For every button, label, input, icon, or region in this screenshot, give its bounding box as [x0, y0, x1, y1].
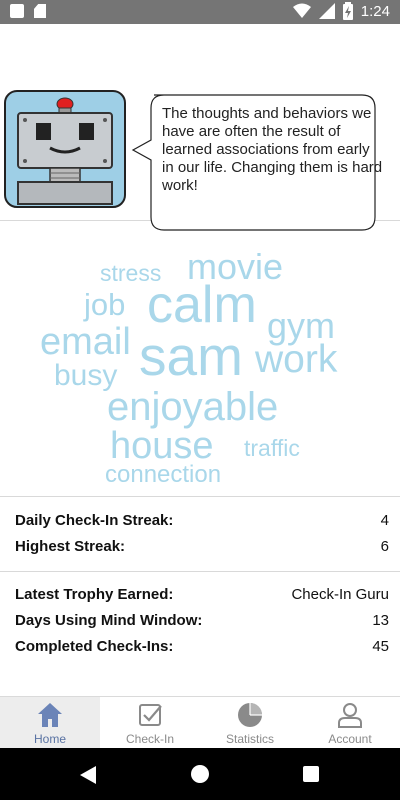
- highest-streak-row: Highest Streak: 6: [15, 538, 389, 558]
- latest-trophy-label: Latest Trophy Earned:: [15, 586, 174, 603]
- completed-checkins-label: Completed Check-Ins:: [15, 638, 174, 655]
- pie-chart-icon: [238, 703, 262, 727]
- nav-check-in-label: Check-In: [125, 732, 175, 746]
- latest-trophy-row: Latest Trophy Earned: Check-In Guru: [15, 586, 389, 606]
- word-cloud-word: work: [255, 338, 338, 381]
- days-using-value: 13: [372, 612, 389, 629]
- daily-streak-row: Daily Check-In Streak: 4: [15, 512, 389, 532]
- wifi-icon: [292, 3, 311, 18]
- word-cloud-word: house: [110, 425, 214, 467]
- nav-home[interactable]: Home: [0, 697, 100, 749]
- recents-icon[interactable]: [303, 766, 319, 782]
- status-bar: 1:24: [0, 0, 400, 24]
- back-icon[interactable]: [80, 766, 96, 784]
- days-using-label: Days Using Mind Window:: [15, 612, 203, 629]
- home-icon: [38, 703, 62, 727]
- nav-statistics-label: Statistics: [225, 732, 274, 746]
- system-navigation-bar: [0, 748, 400, 800]
- word-cloud-word: enjoyable: [107, 385, 279, 429]
- home-circle-icon[interactable]: [190, 764, 210, 784]
- latest-trophy-value: Check-In Guru: [291, 586, 389, 603]
- battery-icon: [342, 2, 353, 20]
- days-using-row: Days Using Mind Window: 13: [15, 612, 389, 632]
- speech-bubble: The thoughts and behaviors we have are o…: [131, 94, 394, 231]
- sd-card-icon: [34, 4, 46, 18]
- bottom-navigation: Home Check-In Statistics Account: [0, 696, 400, 749]
- word-cloud-word: connection: [105, 461, 222, 488]
- completed-checkins-row: Completed Check-Ins: 45: [15, 638, 389, 658]
- stats-divider: [0, 571, 400, 572]
- stats-panel: Daily Check-In Streak: 4 Highest Streak:…: [0, 496, 400, 655]
- robot-avatar: [4, 90, 126, 208]
- notification-icons: [10, 4, 46, 18]
- daily-streak-label: Daily Check-In Streak:: [15, 512, 174, 529]
- checkbox-icon: [139, 704, 162, 726]
- nav-check-in[interactable]: Check-In: [100, 697, 200, 749]
- daily-streak-value: 4: [380, 512, 389, 529]
- robot-message-text: The thoughts and behaviors we have are o…: [162, 105, 383, 194]
- robot-message-section: The thoughts and behaviors we have are o…: [0, 24, 400, 231]
- highest-streak-value: 6: [380, 538, 389, 555]
- word-cloud-word: calm: [147, 276, 257, 334]
- nav-home-label: Home: [33, 732, 66, 746]
- completed-checkins-value: 45: [372, 638, 389, 655]
- highest-streak-label: Highest Streak:: [15, 538, 126, 555]
- word-cloud-word: sam: [139, 325, 243, 387]
- nav-account[interactable]: Account: [300, 697, 400, 749]
- nav-account-label: Account: [328, 732, 372, 746]
- word-cloud: stress movie job calm gym email sam work…: [0, 221, 400, 496]
- cellular-signal-icon: [318, 3, 335, 19]
- word-cloud-word: job: [84, 287, 126, 322]
- status-time: 1:24: [360, 2, 390, 20]
- word-cloud-word: email: [40, 321, 131, 363]
- status-right: 1:24: [292, 2, 390, 20]
- nav-statistics[interactable]: Statistics: [200, 697, 300, 749]
- person-icon: [338, 703, 362, 728]
- word-cloud-word: traffic: [244, 435, 300, 461]
- notification-icon: [10, 4, 24, 18]
